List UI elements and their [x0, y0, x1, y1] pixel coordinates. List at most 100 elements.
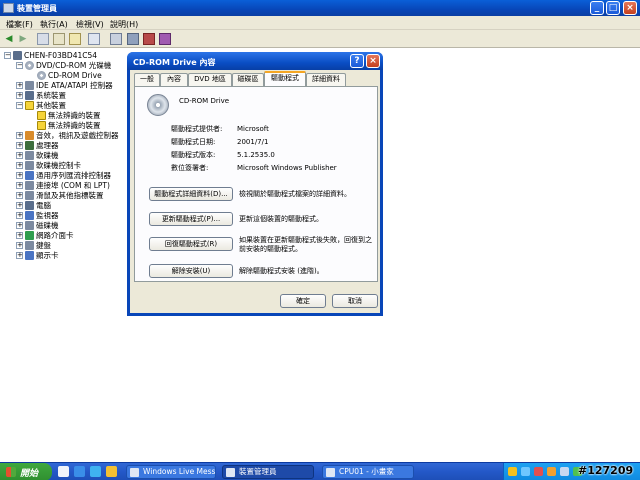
task-paint[interactable]: CPU01 - 小畫家	[322, 465, 414, 479]
help-icon[interactable]	[69, 33, 81, 45]
provider-label: 驅動程式提供者:	[171, 125, 223, 133]
antivirus-icon[interactable]	[534, 467, 543, 476]
show-desktop-icon[interactable]	[58, 466, 69, 477]
expand-icon[interactable]: +	[16, 192, 23, 199]
expand-icon[interactable]: +	[16, 202, 23, 209]
maximize-button[interactable]: □	[606, 1, 620, 15]
tab-strip: 一般 內容 DVD 地區 磁碟區 驅動程式 詳細資料	[134, 71, 378, 86]
expand-icon[interactable]: +	[16, 82, 23, 89]
expand-icon[interactable]: +	[16, 172, 23, 179]
ie-icon[interactable]	[74, 466, 85, 477]
close-button[interactable]: ×	[623, 1, 637, 15]
tree-node-label: 處理器	[36, 141, 59, 150]
tree-node-label: DVD/CD-ROM 光碟機	[36, 61, 112, 70]
ok-button[interactable]: 確定	[280, 294, 326, 308]
messenger-icon	[130, 468, 139, 477]
tree-node-label: 電腦	[36, 201, 51, 210]
collapse-icon[interactable]: −	[4, 52, 11, 59]
roll-back-driver-button[interactable]: 回復驅動程式(R)	[149, 237, 233, 251]
expand-icon[interactable]: +	[16, 152, 23, 159]
menu-action[interactable]: 執行(A)	[40, 19, 68, 30]
computer-icon	[25, 91, 34, 100]
paint-icon	[326, 468, 335, 477]
task-messenger[interactable]: Windows Live Messen...	[126, 465, 216, 479]
expand-icon[interactable]: +	[16, 182, 23, 189]
usb-icon	[25, 171, 34, 180]
expand-icon[interactable]: +	[16, 242, 23, 249]
dialog-help-button[interactable]: ?	[350, 54, 364, 68]
uninstall-desc: 解除驅動程式安裝 (進階)。	[239, 267, 324, 275]
device-manager-icon	[3, 3, 14, 13]
toolbar: ◀ ▶	[0, 30, 640, 48]
tab-volumes[interactable]: 磁碟區	[232, 73, 264, 86]
expand-icon[interactable]: +	[16, 212, 23, 219]
menu-help[interactable]: 說明(H)	[110, 19, 138, 30]
expand-icon[interactable]: +	[16, 222, 23, 229]
console-tree-icon[interactable]	[37, 33, 49, 45]
volume-icon[interactable]	[560, 467, 569, 476]
signer-label: 數位簽署者:	[171, 164, 209, 172]
expand-icon[interactable]: +	[16, 92, 23, 99]
expand-icon[interactable]: +	[16, 142, 23, 149]
tree-node-label: 顯示卡	[36, 251, 59, 260]
uninstall-button[interactable]: 解除安裝(U)	[149, 264, 233, 278]
collapse-icon[interactable]: −	[16, 102, 23, 109]
cdrom-icon	[25, 61, 34, 70]
back-icon[interactable]: ◀	[3, 33, 15, 45]
tab-driver[interactable]: 驅動程式	[264, 71, 306, 86]
tree-node-label: 軟碟機控制卡	[36, 161, 81, 170]
messenger-quick-icon[interactable]	[106, 466, 117, 477]
chip-icon	[25, 141, 34, 150]
disable-icon[interactable]	[159, 33, 171, 45]
menu-view[interactable]: 檢視(V)	[76, 19, 104, 30]
tab-details[interactable]: 詳細資料	[306, 73, 346, 86]
computer-icon	[25, 201, 34, 210]
start-button[interactable]: 開始	[0, 463, 52, 480]
tree-node-label: 音效，視訊及遊戲控制器	[36, 131, 119, 140]
dialog-title: CD-ROM Drive 內容	[133, 58, 216, 67]
messenger-tray-icon[interactable]	[547, 467, 556, 476]
date-label: 驅動程式日期:	[171, 138, 216, 146]
date-value: 2001/7/1	[237, 138, 269, 146]
collapse-icon[interactable]: −	[16, 62, 23, 69]
tree-node-label: 網路介面卡	[36, 231, 74, 240]
expand-icon[interactable]: +	[16, 232, 23, 239]
cancel-button[interactable]: 取消	[332, 294, 378, 308]
network-tray-icon[interactable]	[521, 467, 530, 476]
minimize-button[interactable]: _	[590, 1, 604, 15]
shield-icon[interactable]	[508, 467, 517, 476]
properties-icon[interactable]	[53, 33, 65, 45]
driver-details-button[interactable]: 驅動程式詳細資料(D)...	[149, 187, 233, 201]
media-player-icon[interactable]	[90, 466, 101, 477]
cdrom-icon	[37, 71, 46, 80]
expand-icon[interactable]: +	[16, 132, 23, 139]
floppy-icon	[25, 161, 34, 170]
menu-bar: 檔案(F) 執行(A) 檢視(V) 說明(H)	[0, 16, 640, 30]
windows-logo-icon	[6, 467, 16, 477]
refresh-icon[interactable]	[110, 33, 122, 45]
dialog-title-bar: CD-ROM Drive 內容 ? ×	[127, 52, 383, 70]
task-device-manager[interactable]: 裝置管理員	[222, 465, 314, 479]
uninstall-icon[interactable]	[143, 33, 155, 45]
export-icon[interactable]	[88, 33, 100, 45]
tree-node-label: 鍵盤	[36, 241, 51, 250]
window-title: 裝置管理員	[17, 4, 57, 13]
tab-properties[interactable]: 內容	[160, 73, 188, 86]
tab-general[interactable]: 一般	[134, 73, 160, 86]
disk-icon	[25, 221, 34, 230]
expand-icon[interactable]: +	[16, 252, 23, 259]
menu-file[interactable]: 檔案(F)	[6, 19, 33, 30]
update-driver-button[interactable]: 更新驅動程式(P)...	[149, 212, 233, 226]
dialog-close-button[interactable]: ×	[366, 54, 380, 68]
forward-icon[interactable]: ▶	[17, 33, 29, 45]
title-bar: 裝置管理員 _ □ ×	[0, 0, 640, 16]
driver-details-desc: 檢視關於驅動程式檔案的詳細資料。	[239, 190, 351, 198]
scan-hardware-icon[interactable]	[127, 33, 139, 45]
tab-dvd-region[interactable]: DVD 地區	[188, 73, 232, 86]
watermark-number: #127209	[578, 464, 634, 477]
mouse-icon	[25, 191, 34, 200]
tree-node-label: 系統裝置	[36, 91, 66, 100]
provider-value: Microsoft	[237, 125, 269, 133]
expand-icon[interactable]: +	[16, 162, 23, 169]
keyboard-icon	[25, 241, 34, 250]
